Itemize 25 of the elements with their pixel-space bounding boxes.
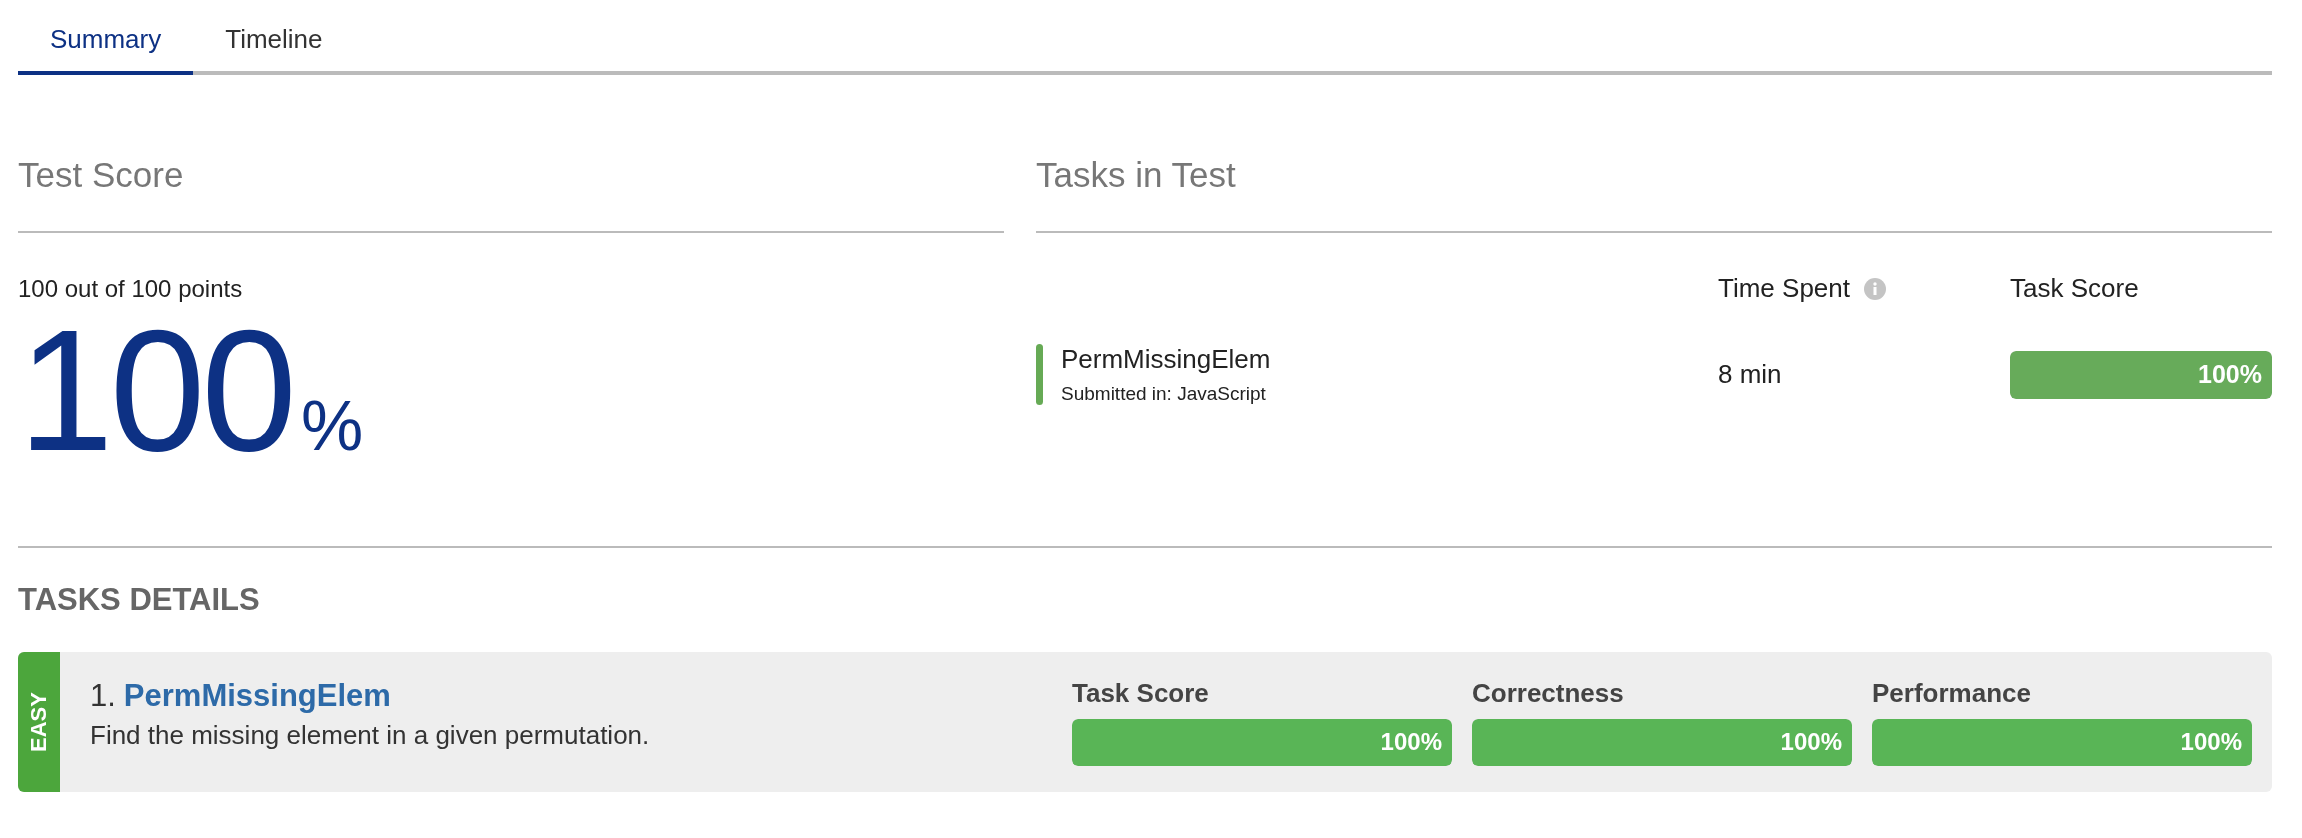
info-icon[interactable]: [1864, 277, 1886, 300]
tab[interactable]: Summary: [18, 16, 194, 75]
difficulty-label: EASY: [18, 651, 60, 792]
column-header: Time Spent: [1718, 273, 1850, 304]
time-spent: 8 min: [1718, 359, 1783, 390]
section-heading: TASKS DETAILS: [18, 545, 2272, 618]
percent-sign: %: [301, 386, 364, 466]
score-bar: 100%: [2010, 350, 2272, 399]
metric-label: Correctness: [1472, 677, 1625, 709]
task-link[interactable]: PermMissingElem: [123, 677, 391, 714]
task-name: PermMissingElem: [1061, 344, 1271, 375]
task-description: Find the missing element in a given permutation.: [90, 719, 651, 751]
submitted-language: Submitted in: JavaScript: [1061, 383, 1267, 405]
column-header: Task Score: [2010, 273, 2139, 304]
section-heading: Tasks in Test: [1036, 155, 2272, 233]
metric-label: Performance: [1872, 677, 2032, 709]
metric-bar: 100%: [1072, 718, 1452, 766]
metric-label: Task Score: [1072, 677, 1210, 709]
section-heading: Test Score: [18, 155, 1004, 233]
metric-bar: 100%: [1472, 718, 1852, 766]
task-number: 1.: [90, 677, 116, 714]
points-text: 100 out of 100 points: [18, 275, 244, 303]
score-percent: 100: [18, 313, 293, 468]
tab[interactable]: Timeline: [193, 16, 355, 75]
metric-bar: 100%: [1872, 718, 2252, 766]
